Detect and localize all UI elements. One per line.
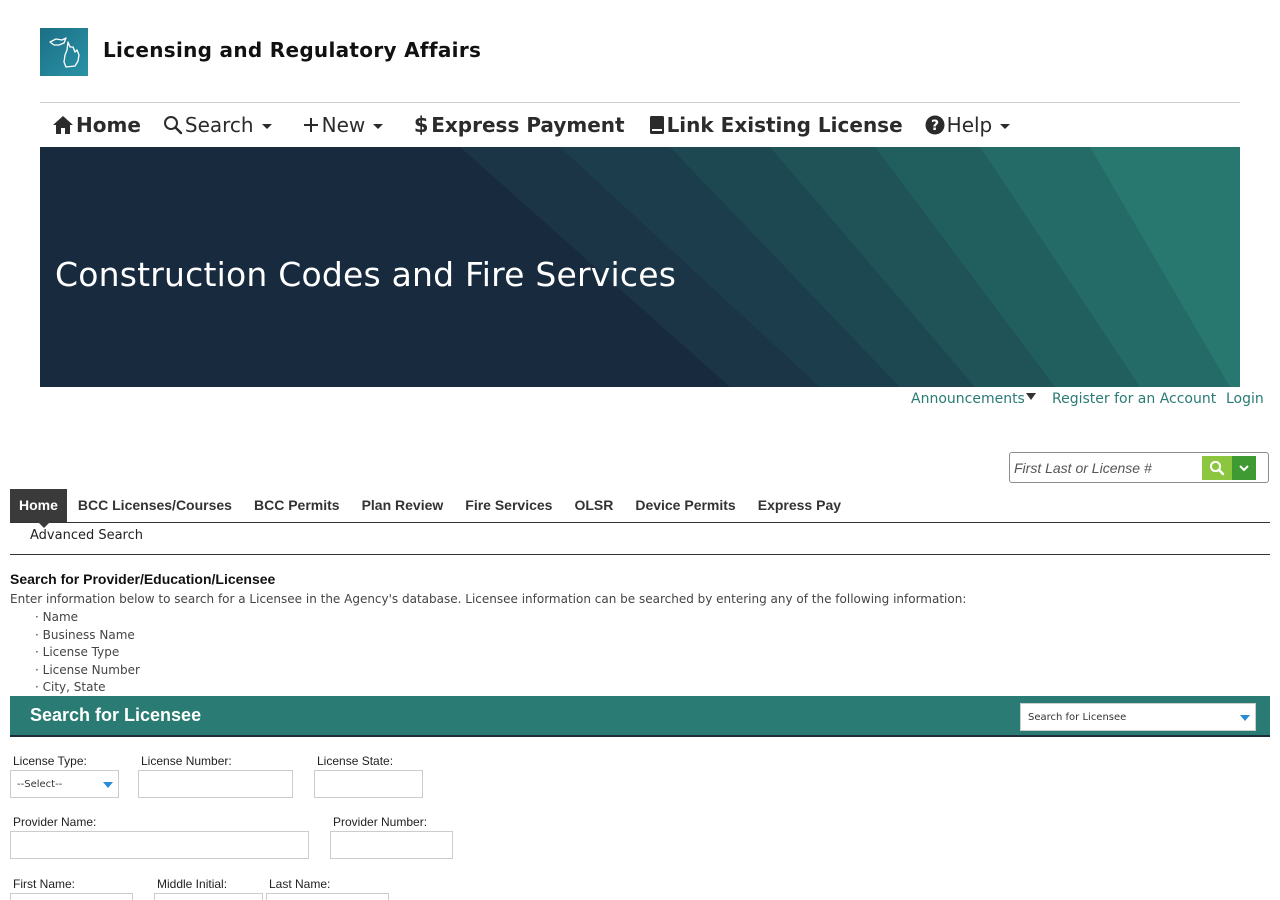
book-icon — [649, 116, 664, 134]
nav-express-payment[interactable]: $ Express Payment — [413, 113, 625, 137]
tab-fire-services[interactable]: Fire Services — [454, 489, 563, 522]
svg-text:?: ? — [931, 118, 939, 134]
banner-title: Construction Codes and Fire Services — [55, 255, 677, 294]
main-nav: Home Search New $ Express Payment Link E… — [40, 103, 1240, 147]
announcements-link[interactable]: Announcements — [911, 391, 1025, 407]
first-name-input[interactable] — [10, 893, 133, 900]
tab-device-permits[interactable]: Device Permits — [624, 489, 746, 522]
chevron-down-icon — [261, 123, 272, 129]
nav-home[interactable]: Home — [52, 113, 141, 137]
license-number-input[interactable] — [138, 770, 293, 798]
nav-search-label: Search — [184, 113, 254, 137]
intro-text: Enter information below to search for a … — [10, 592, 967, 606]
license-number-label: License Number: — [141, 754, 232, 768]
login-link[interactable]: Login — [1226, 391, 1264, 407]
tab-plan-review[interactable]: Plan Review — [351, 489, 455, 522]
tab-bcc-permits[interactable]: BCC Permits — [243, 489, 351, 522]
dollar-icon: $ — [413, 113, 429, 137]
module-tabs: Home BCC Licenses/Courses BCC Permits Pl… — [10, 489, 1270, 528]
license-state-label: License State: — [317, 754, 394, 768]
nav-help[interactable]: ? Help — [925, 113, 1011, 137]
quick-search-input[interactable] — [1014, 457, 1199, 478]
provider-name-input[interactable] — [10, 831, 309, 859]
caret-down-icon — [1240, 715, 1250, 721]
list-item: · License Type — [35, 645, 120, 659]
hero-banner: Construction Codes and Fire Services — [40, 147, 1240, 387]
search-type-value: Search for Licensee — [1028, 712, 1127, 723]
license-state-input[interactable] — [314, 770, 423, 798]
quick-search — [1009, 452, 1269, 483]
help-icon: ? — [925, 115, 945, 135]
nav-help-label: Help — [946, 113, 993, 137]
michigan-logo[interactable] — [40, 28, 88, 76]
nav-link-license[interactable]: Link Existing License — [649, 113, 903, 137]
list-item: · City, State — [35, 680, 106, 694]
middle-initial-input[interactable] — [154, 893, 263, 900]
app-title: Licensing and Regulatory Affairs — [103, 38, 482, 62]
list-item: · Business Name — [35, 627, 135, 642]
list-item: · License Number — [35, 662, 140, 677]
nav-new-label: New — [321, 113, 366, 137]
caret-down-icon — [103, 782, 113, 788]
tab-express-pay[interactable]: Express Pay — [747, 489, 852, 522]
license-type-value: --Select-- — [17, 779, 63, 790]
last-name-label: Last Name: — [269, 877, 331, 891]
search-icon — [163, 116, 183, 135]
license-type-select[interactable]: --Select-- — [10, 770, 119, 798]
nav-home-label: Home — [76, 113, 141, 137]
nav-link-license-label: Link Existing License — [666, 113, 903, 137]
register-link[interactable]: Register for an Account — [1052, 391, 1216, 407]
advanced-search-link[interactable]: Advanced Search — [30, 528, 143, 543]
caret-down-icon[interactable] — [1026, 393, 1036, 400]
last-name-input[interactable] — [266, 893, 389, 900]
provider-number-label: Provider Number: — [333, 815, 428, 829]
chevron-down-icon — [373, 123, 384, 129]
first-name-label: First Name: — [13, 877, 76, 891]
subnav-divider — [10, 554, 1270, 555]
search-criteria-list: · Name · Business Name · License Type · … — [35, 609, 140, 697]
intro-title: Search for Provider/Education/Licensee — [10, 571, 276, 587]
tab-bcc-licenses-courses[interactable]: BCC Licenses/Courses — [67, 489, 243, 522]
quick-search-button[interactable] — [1202, 456, 1232, 480]
license-type-label: License Type: — [13, 754, 87, 768]
quick-search-dropdown[interactable] — [1232, 456, 1256, 480]
utility-links: Announcements Register for an Account Lo… — [900, 391, 1270, 411]
provider-number-input[interactable] — [330, 831, 453, 859]
provider-name-label: Provider Name: — [13, 815, 97, 829]
michigan-map-icon — [49, 37, 80, 68]
chevron-down-icon — [1000, 123, 1011, 129]
search-type-select[interactable]: Search for Licensee — [1020, 703, 1256, 731]
nav-new[interactable]: New — [302, 113, 384, 137]
list-item: · Name — [35, 610, 79, 624]
section-title: Search for Licensee — [30, 705, 202, 725]
middle-initial-label: Middle Initial: — [157, 877, 228, 891]
nav-express-payment-label: Express Payment — [431, 113, 625, 137]
tab-home[interactable]: Home — [10, 489, 67, 528]
search-icon — [1209, 460, 1225, 476]
tab-olsr[interactable]: OLSR — [563, 489, 624, 522]
search-section-header: Search for Licensee Search for Licensee — [10, 696, 1270, 737]
chevron-down-icon — [1239, 465, 1249, 472]
plus-icon — [303, 118, 318, 132]
nav-search[interactable]: Search — [163, 113, 272, 137]
home-icon — [53, 116, 73, 134]
